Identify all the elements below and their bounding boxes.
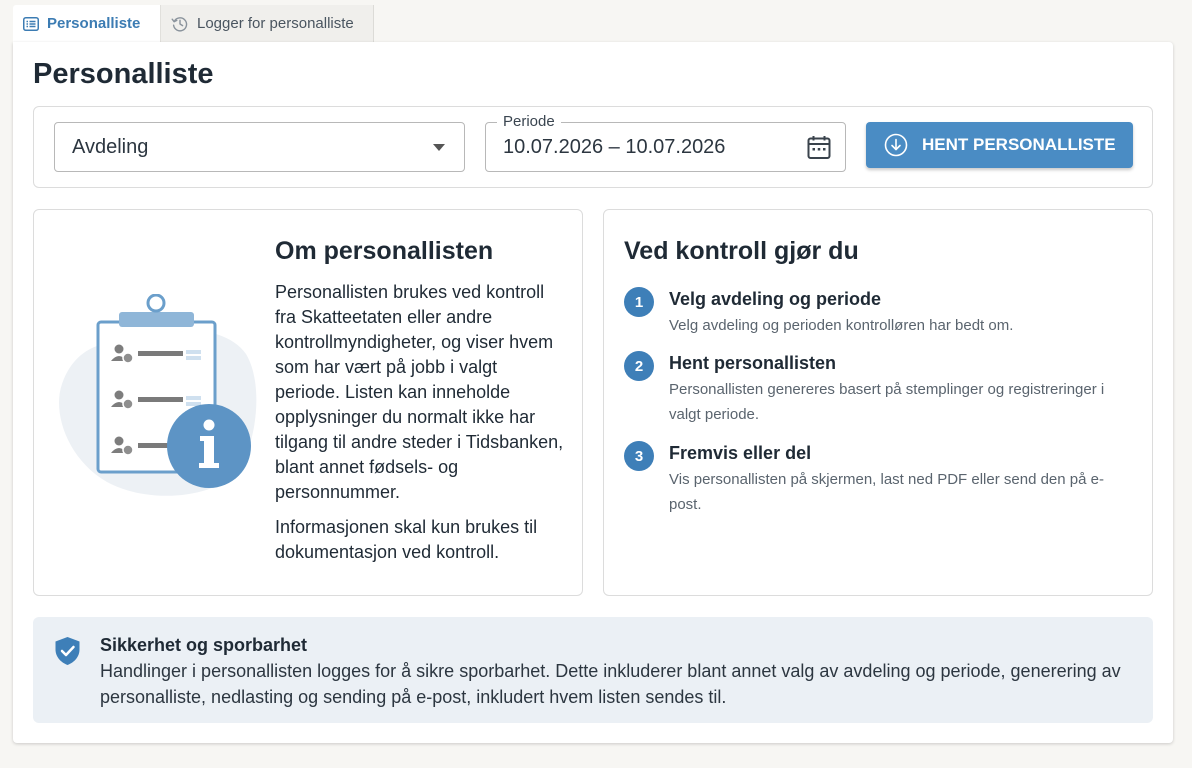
- department-select[interactable]: Avdeling: [54, 122, 465, 172]
- about-card: Om personallisten Personallisten brukes …: [33, 209, 583, 596]
- step-number-badge: 2: [624, 351, 654, 381]
- step-title: Fremvis eller del: [669, 443, 812, 463]
- security-title: Sikkerhet og sporbarhet: [100, 635, 308, 655]
- calendar-icon[interactable]: [807, 135, 831, 160]
- clipboard-info-illustration: [59, 294, 257, 496]
- step-title: Hent personallisten: [669, 353, 837, 373]
- page-title: Personalliste: [33, 58, 214, 90]
- period-field[interactable]: Periode 10.07.2026 – 10.07.2026: [485, 112, 846, 172]
- step-description: Velg avdeling og perioden kontrolløren h…: [669, 317, 1014, 334]
- step-number-badge: 3: [624, 441, 654, 471]
- shield-check-icon: [55, 637, 80, 665]
- step-title: Velg avdeling og periode: [669, 289, 882, 309]
- main-card: Personalliste Avdeling Periode 10.07.202…: [13, 42, 1173, 743]
- fetch-button-label: HENT PERSONALLISTE: [922, 135, 1116, 154]
- period-label: Periode: [497, 112, 561, 132]
- about-title: Om personallisten: [275, 237, 494, 265]
- security-text: Handlinger i personallisten logges for å…: [100, 661, 1121, 707]
- tab-logger[interactable]: Logger for personalliste: [160, 5, 374, 42]
- list-icon: [23, 16, 39, 31]
- tab-label: Logger for personalliste: [197, 15, 354, 32]
- department-select-value: Avdeling: [72, 135, 149, 158]
- fetch-personalliste-button[interactable]: HENT PERSONALLISTE: [866, 122, 1133, 168]
- tab-label: Personalliste: [47, 15, 141, 32]
- security-notice: Sikkerhet og sporbarhet Handlinger i per…: [33, 617, 1153, 723]
- step-description: Personallisten genereres basert på stemp…: [669, 381, 1105, 423]
- caret-down-icon: [433, 144, 445, 151]
- filter-panel: Avdeling Periode 10.07.2026 – 10.07.2026: [33, 106, 1153, 188]
- about-paragraph: Personallisten brukes ved kontroll fra S…: [275, 282, 564, 502]
- step-description: Vis personallisten på skjermen, last ned…: [669, 471, 1104, 513]
- tab-bar: Personalliste Logger for personalliste: [13, 5, 374, 42]
- control-title: Ved kontroll gjør du: [624, 237, 859, 265]
- step-number-badge: 1: [624, 287, 654, 317]
- history-icon: [171, 16, 188, 31]
- about-paragraph: Informasjonen skal kun brukes til dokume…: [275, 517, 538, 562]
- period-value: 10.07.2026 – 10.07.2026: [503, 135, 726, 158]
- tab-personalliste[interactable]: Personalliste: [13, 5, 160, 42]
- download-circle-icon: [884, 133, 908, 157]
- control-steps-card: Ved kontroll gjør du 1 Velg avdeling og …: [603, 209, 1153, 596]
